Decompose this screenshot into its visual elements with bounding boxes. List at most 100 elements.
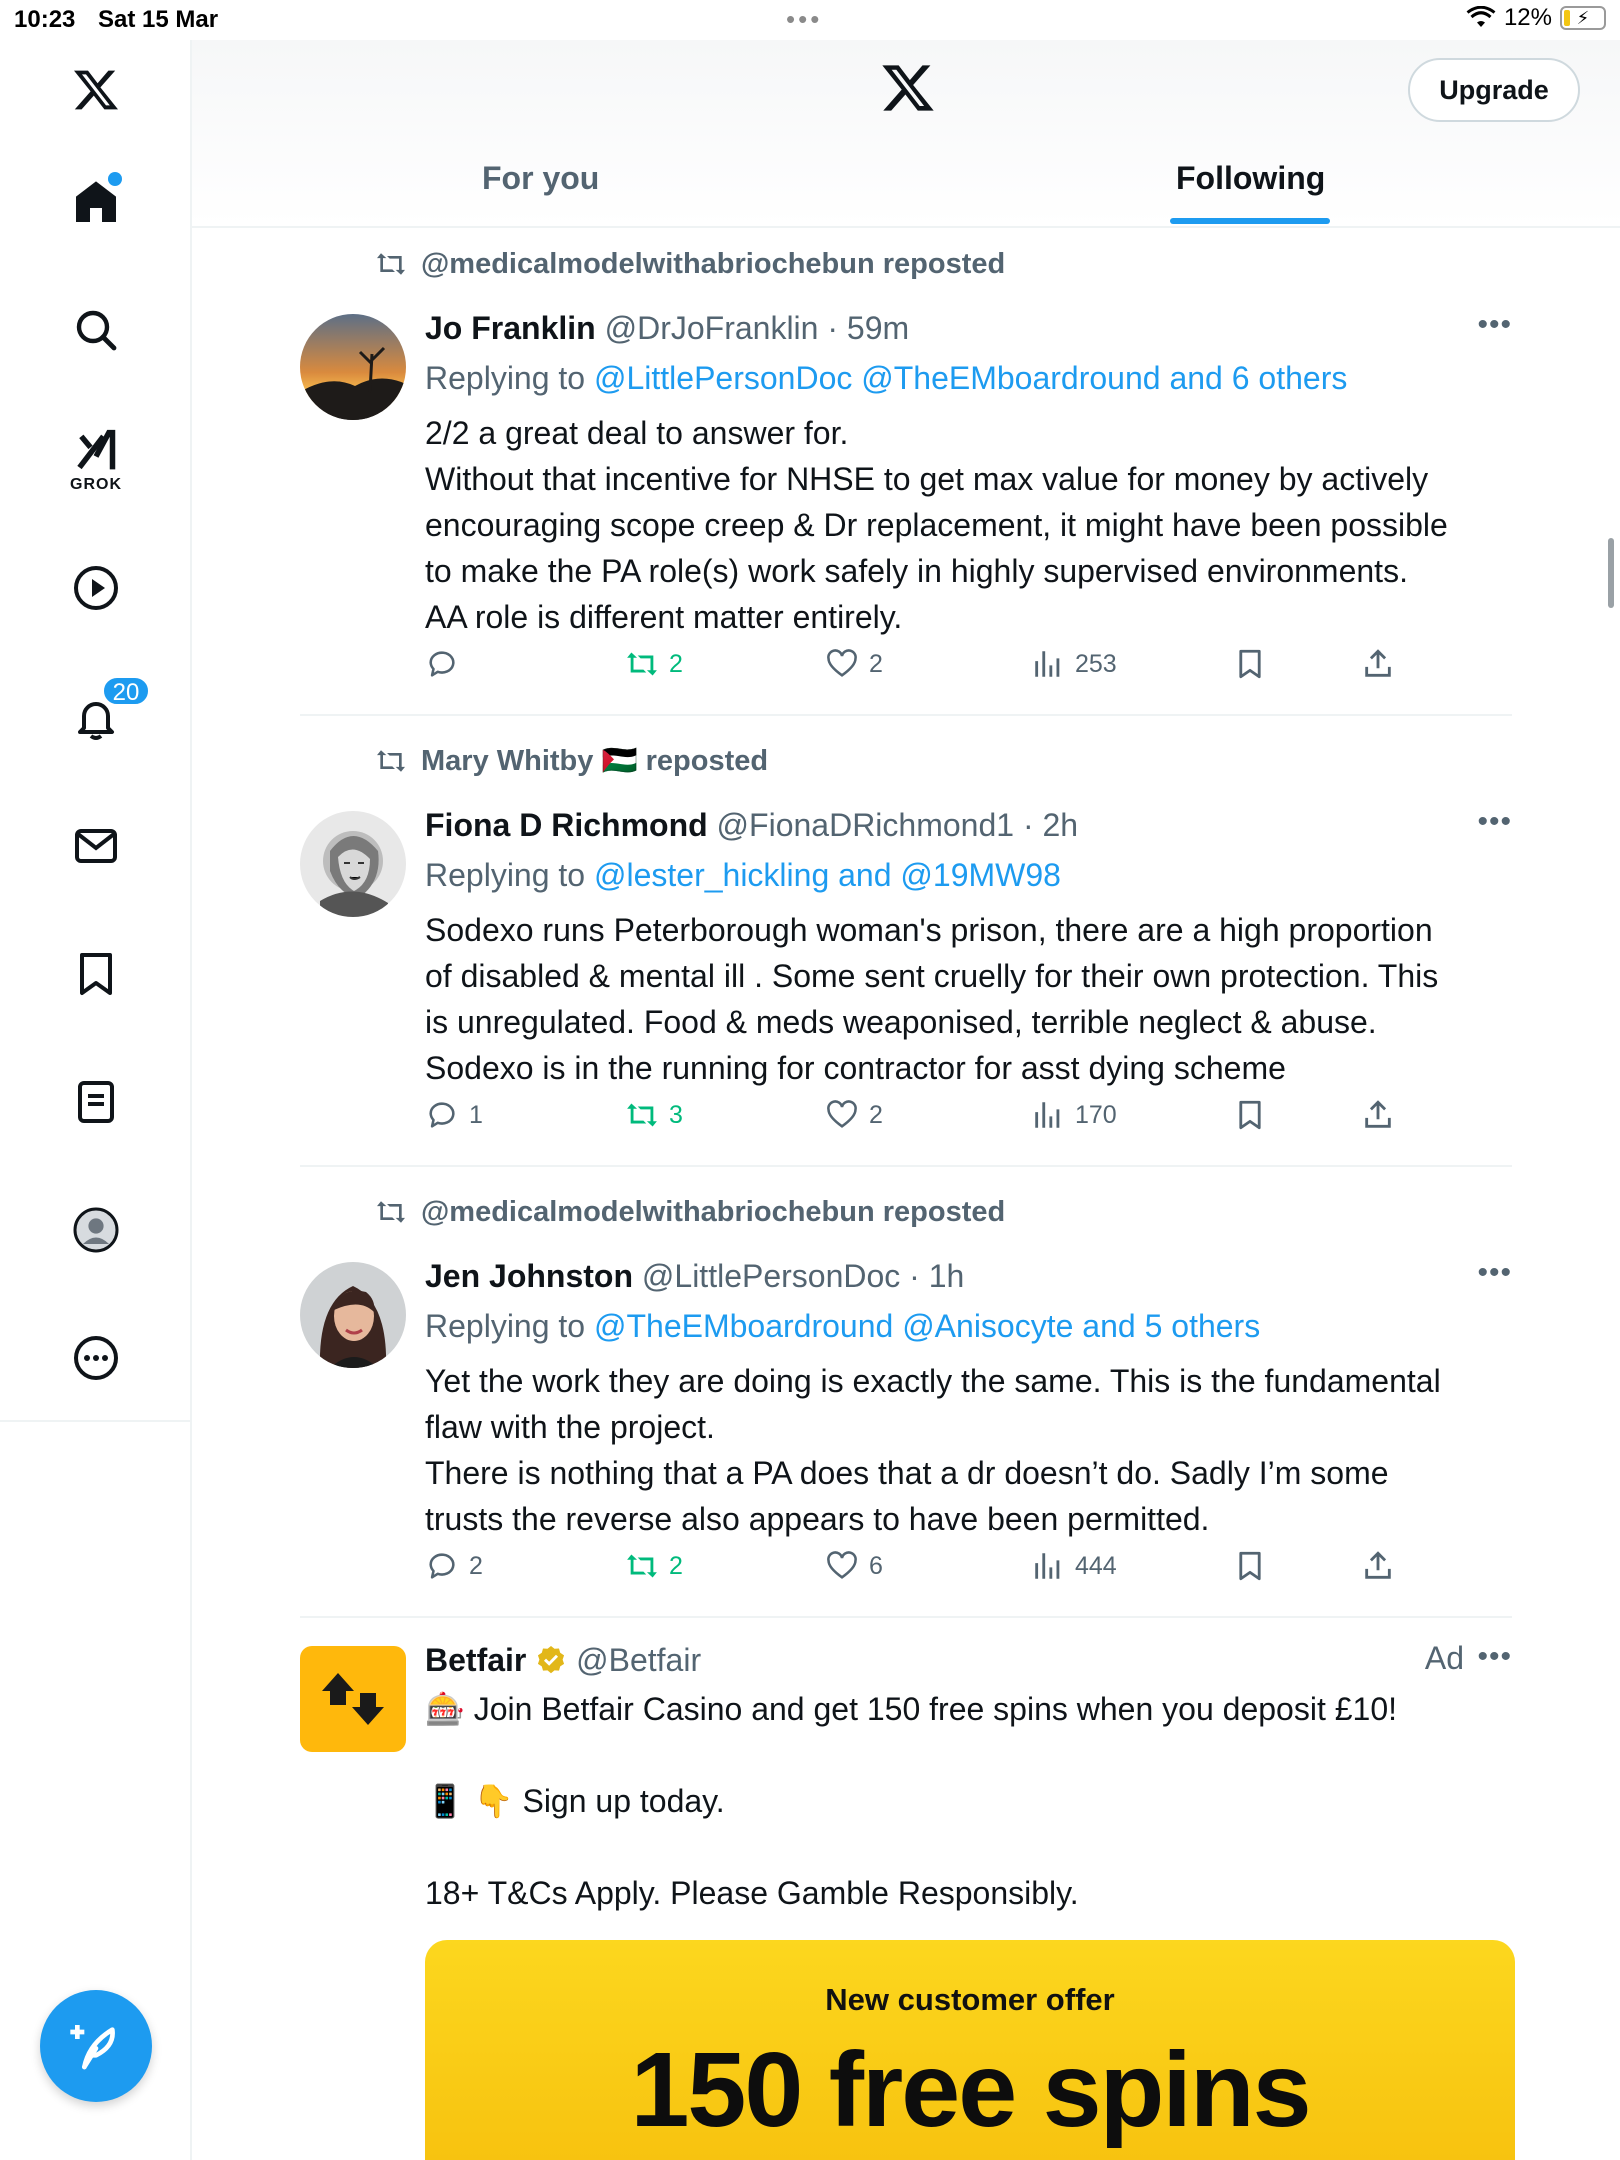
sidebar-item-more[interactable]: [56, 1318, 136, 1398]
tweet-text: 2/2 a great deal to answer for. Without …: [425, 410, 1515, 640]
replying-handles[interactable]: @TheEMboardround @Anisocyte and 5 others: [594, 1308, 1260, 1344]
share-button[interactable]: [1361, 1546, 1395, 1586]
avatar[interactable]: [300, 811, 406, 917]
repost-icon: [377, 253, 405, 275]
home-unread-dot: [108, 172, 122, 186]
reply-icon: [429, 651, 455, 677]
tweet-header: Betfair @Betfair: [425, 1640, 701, 1680]
reply-count: 2: [469, 1551, 483, 1580]
search-icon: [76, 310, 117, 351]
handle-and-time[interactable]: @LittlePersonDoc · 1h: [642, 1258, 964, 1294]
tweet-divider: [300, 1616, 1512, 1618]
share-button[interactable]: [1361, 644, 1395, 684]
sidebar-item-videos[interactable]: [56, 548, 136, 628]
sidebar-item-bookmarks[interactable]: [56, 934, 136, 1014]
display-name[interactable]: Betfair: [425, 1642, 526, 1678]
repost-context: Mary Whitby 🇵🇸 reposted: [375, 743, 768, 779]
bookmark-icon: [1239, 1100, 1261, 1130]
status-date: Sat 15 Mar: [98, 6, 219, 33]
grok-icon: [77, 429, 116, 470]
view-count: 253: [1075, 649, 1117, 678]
tweet-text-line: to make the PA role(s) work safely in hi…: [425, 553, 1408, 589]
sidebar-item-search[interactable]: [56, 290, 136, 370]
heart-icon: [827, 1551, 857, 1579]
like-button[interactable]: 2: [825, 1095, 883, 1135]
bookmark-button[interactable]: [1233, 644, 1267, 684]
avatar[interactable]: [300, 1262, 406, 1368]
ad-label: Ad: [1424, 1640, 1464, 1676]
sidebar-item-lists[interactable]: [56, 1062, 136, 1142]
views-button[interactable]: 170: [1031, 1095, 1117, 1135]
repost-context-text: @medicalmodelwithabriochebun reposted: [421, 247, 1006, 280]
handle-and-time[interactable]: @DrJoFranklin · 59m: [605, 310, 910, 346]
avatar[interactable]: [300, 314, 406, 420]
handle-and-time[interactable]: @FionaDRichmond1 · 2h: [717, 807, 1079, 843]
scrollbar-thumb[interactable]: [1608, 538, 1614, 608]
tweet-text-line: Yet the work they are doing is exactly t…: [425, 1363, 1441, 1399]
like-button[interactable]: 6: [825, 1546, 883, 1586]
repost-button[interactable]: 3: [625, 1095, 683, 1135]
tweet-text-line: 2/2 a great deal to answer for.: [425, 415, 849, 451]
bookmark-button[interactable]: [1233, 1546, 1267, 1586]
feather-plus-icon: [70, 2025, 115, 2070]
handle[interactable]: @Betfair: [576, 1642, 701, 1678]
upgrade-button[interactable]: Upgrade: [1408, 58, 1580, 122]
display-name[interactable]: Jen Johnston: [425, 1258, 633, 1294]
like-button[interactable]: 2: [825, 644, 883, 684]
repost-button[interactable]: 2: [625, 644, 683, 684]
display-name[interactable]: Fiona D Richmond: [425, 807, 708, 843]
repost-context-text: Mary Whitby 🇵🇸 reposted: [421, 745, 769, 777]
tab-for-you[interactable]: For you: [482, 160, 599, 197]
sidebar-item-profile[interactable]: [56, 1190, 136, 1270]
ad-media-card[interactable]: New customer offer 150 free spins: [425, 1940, 1515, 2160]
share-button[interactable]: [1361, 1095, 1395, 1135]
battery-icon: ⚡: [1560, 6, 1606, 30]
compose-post-button[interactable]: [40, 1990, 152, 2102]
tweet-text: Yet the work they are doing is exactly t…: [425, 1358, 1515, 1542]
views-button[interactable]: 253: [1031, 644, 1117, 684]
more-options-icon[interactable]: •••: [1477, 1256, 1512, 1290]
view-count: 170: [1075, 1100, 1117, 1129]
ad-card-subtitle: New customer offer: [825, 1982, 1115, 2017]
ad-text-line: 🎰 Join Betfair Casino and get 150 free s…: [425, 1691, 1397, 1727]
tweet-header: Jen Johnston @LittlePersonDoc · 1h: [425, 1256, 964, 1296]
status-time: 10:23: [14, 6, 76, 33]
share-icon: [1365, 1551, 1391, 1579]
grok-label: GROK: [70, 476, 122, 493]
bookmark-button[interactable]: [1233, 1095, 1267, 1135]
repost-button[interactable]: 2: [625, 1546, 683, 1586]
replying-handles[interactable]: @lester_hickling and @19MW98: [594, 857, 1061, 893]
reply-button[interactable]: 1: [425, 1095, 483, 1135]
reply-button[interactable]: [425, 644, 469, 684]
display-name[interactable]: Jo Franklin: [425, 310, 596, 346]
play-icon: [74, 566, 118, 610]
top-header: Upgrade For you Following: [192, 40, 1620, 228]
like-count: 2: [869, 1100, 883, 1129]
more-options-icon[interactable]: •••: [1477, 1640, 1512, 1674]
heart-icon: [827, 1100, 857, 1128]
views-button[interactable]: 444: [1031, 1546, 1117, 1586]
sidebar-item-home[interactable]: [56, 162, 136, 242]
tweet-text-line: Sodexo is in the running for contractor …: [425, 1050, 1286, 1086]
reply-button[interactable]: 2: [425, 1546, 483, 1586]
x-logo-icon[interactable]: [880, 60, 936, 116]
repost-icon: [377, 750, 405, 772]
replying-handles[interactable]: @LittlePersonDoc @TheEMboardround and 6 …: [594, 360, 1347, 396]
share-icon: [1365, 649, 1391, 677]
analytics-icon: [1035, 651, 1060, 677]
x-logo-icon[interactable]: [56, 50, 136, 130]
tab-following[interactable]: Following: [1176, 160, 1325, 197]
multitasking-dots-icon[interactable]: •••: [786, 4, 822, 35]
replying-prefix: Replying to: [425, 857, 586, 893]
repost-icon: [627, 652, 657, 676]
tweet-header: Fiona D Richmond @FionaDRichmond1 · 2h: [425, 805, 1078, 845]
more-options-icon[interactable]: •••: [1477, 308, 1512, 342]
sidebar-item-messages[interactable]: [56, 806, 136, 886]
analytics-icon: [1035, 1553, 1060, 1579]
more-options-icon[interactable]: •••: [1477, 805, 1512, 839]
betfair-logo[interactable]: [300, 1646, 406, 1752]
sidebar-item-notifications[interactable]: 20: [56, 676, 150, 758]
tweet-actions: 1 3 2 170: [425, 1095, 1515, 1135]
sidebar-item-grok[interactable]: GROK: [56, 420, 136, 500]
active-tab-indicator: [1170, 218, 1330, 224]
